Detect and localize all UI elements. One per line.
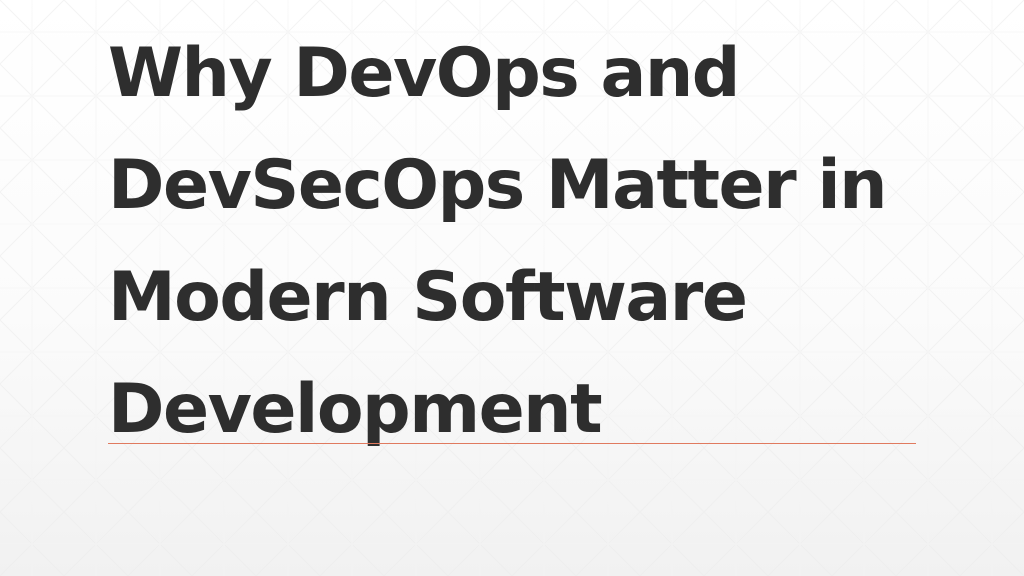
slide-title: Why DevOps and DevSecOps Matter in Moder… [108, 18, 968, 466]
title-line-1: Why DevOps and [108, 34, 740, 113]
title-line-2: DevSecOps Matter in [108, 146, 888, 225]
title-divider [108, 443, 916, 444]
title-line-3: Modern Software [108, 258, 748, 337]
title-line-4: Development [108, 370, 603, 449]
